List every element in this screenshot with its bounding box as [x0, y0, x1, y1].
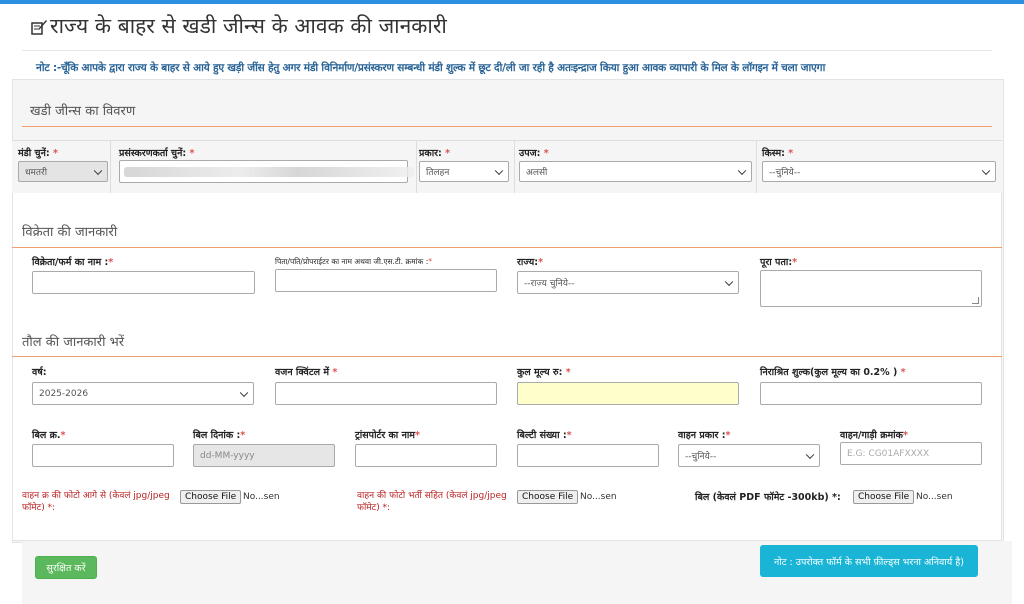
page-title: राज्य के बाहर से खडी जीन्स के आवक की जान… — [30, 12, 447, 40]
crop-label: उपज: * — [519, 148, 549, 159]
front-photo-choose-button[interactable]: Choose File — [180, 490, 242, 504]
transporter-label: ट्रांसपोर्टर का नाम* — [355, 430, 420, 441]
transporter-input[interactable] — [355, 444, 497, 467]
fee-label: निराश्रित शुल्क(कुल मूल्य का 0.2% ) * — [760, 367, 906, 378]
crop-select[interactable]: अलसी — [519, 161, 752, 182]
type-label: प्रकार: * — [419, 148, 451, 159]
vehicle-no-label: वाहन/गाड़ी क्रमांक* — [840, 430, 908, 441]
vehicle-type-select[interactable]: --चुनिये-- — [678, 444, 820, 467]
top-note: नोट :-चूँकि आपके द्वारा राज्य के बाहर से… — [36, 62, 826, 74]
state-select[interactable]: --राज्य चुनिये-- — [517, 271, 739, 294]
bill-date-label: बिल दिनांक :* — [193, 430, 246, 441]
address-textarea[interactable] — [760, 270, 982, 307]
type-select[interactable]: तिलहन — [419, 161, 509, 182]
loaded-photo-filename: No...sen — [580, 492, 617, 502]
state-label: राज्य:* — [517, 257, 544, 268]
year-select[interactable]: 2025-2026 — [32, 382, 254, 405]
bill-pdf-filename: No...sen — [916, 492, 953, 502]
fee-input[interactable] — [760, 382, 982, 405]
vehicle-type-label: वाहन प्रकार :* — [678, 430, 731, 441]
section-weight-title: तौल की जानकारी भरें — [22, 335, 125, 350]
processor-label: प्रसंस्करणकर्ता चुनें: * — [119, 148, 195, 159]
mandi-label: मंडी चुनें: * — [18, 148, 58, 159]
bill-date-input[interactable]: dd-MM-yyyy — [193, 444, 335, 467]
mandi-select[interactable]: धमतरी — [18, 161, 108, 182]
section-weight-divider — [12, 356, 1002, 357]
bilty-input[interactable] — [517, 444, 659, 467]
bill-no-input[interactable] — [32, 444, 174, 467]
bill-pdf-choose-button[interactable]: Choose File — [853, 490, 915, 504]
seller-name-input[interactable] — [32, 271, 255, 294]
variety-label: किस्म: * — [762, 148, 794, 159]
resize-grip-icon[interactable] — [972, 297, 979, 304]
vehicle-no-input[interactable]: E.G: CG01AFXXXX — [840, 442, 982, 465]
front-photo-filename: No...sen — [243, 492, 280, 502]
variety-select[interactable]: --चुनिये-- — [762, 161, 996, 182]
section-seller-title: विक्रेता की जानकारी — [22, 225, 118, 240]
father-name-label: पिता/पति/प्रोपराईटर का नाम अथवा जी.एस.टी… — [275, 257, 433, 266]
quantity-label: वजन क्विंटल में * — [275, 367, 338, 378]
bill-no-label: बिल क्र.* — [32, 430, 66, 441]
total-value-label: कुल मूल्य रु: * — [517, 367, 571, 378]
edit-document-icon — [30, 17, 48, 35]
processor-select[interactable] — [119, 160, 414, 183]
redacted-value — [124, 167, 414, 177]
front-photo-label: वाहन क्र की फोटो आगे से (केवलं jpg/jpeg … — [22, 491, 170, 513]
address-label: पूरा पता:* — [760, 257, 798, 268]
father-name-input[interactable] — [275, 269, 497, 292]
section-goods-title: खडी जीन्स का विवरण — [30, 104, 136, 119]
quantity-input[interactable] — [275, 382, 497, 405]
seller-name-label: विक्रेता/फर्म का नाम :* — [32, 257, 114, 268]
page-title-text: राज्य के बाहर से खडी जीन्स के आवक की जान… — [50, 14, 447, 38]
loaded-photo-choose-button[interactable]: Choose File — [517, 490, 579, 504]
save-button[interactable]: सुरक्षित करें — [35, 556, 97, 579]
section-seller-divider — [12, 247, 1002, 248]
top-accent-bar — [0, 0, 1024, 4]
loaded-photo-label: वाहन की फोटो भर्ती सहित (केवलं jpg/jpeg … — [357, 491, 507, 513]
title-divider — [22, 50, 992, 51]
bill-pdf-label: बिल (केवलं PDF फॉमेट -300kb) *: — [695, 492, 841, 503]
bilty-label: बिल्टी संख्या :* — [517, 430, 572, 441]
year-label: वर्ष: — [32, 367, 47, 378]
required-fields-note: नोट : उपरोक्त फॉर्म के सभी फ़ील्ड्स भरना… — [760, 545, 978, 577]
section-goods-divider — [22, 126, 992, 127]
total-value-input[interactable] — [517, 382, 739, 405]
